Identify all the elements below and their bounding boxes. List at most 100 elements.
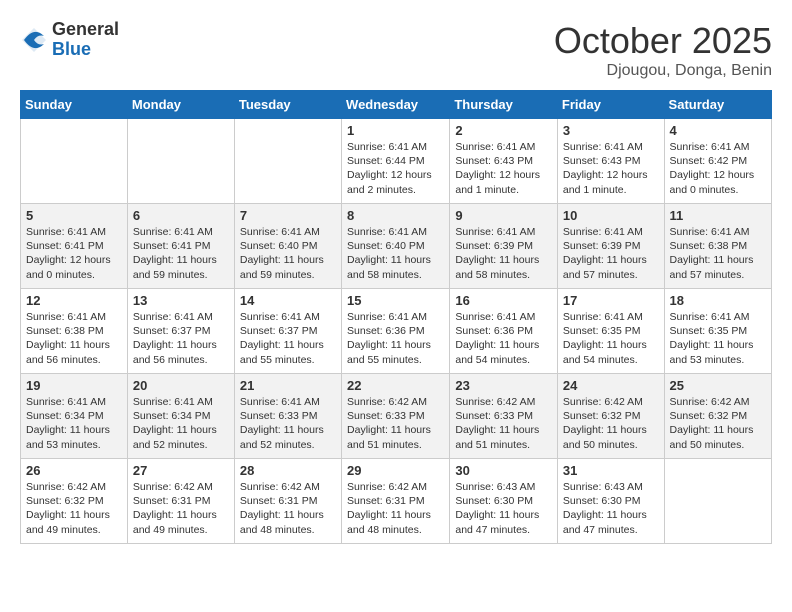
day-number: 27 [133, 463, 229, 478]
day-info-line: Daylight: 11 hours and 47 minutes. [563, 508, 659, 536]
day-info-line: Sunrise: 6:41 AM [347, 225, 444, 239]
day-number: 29 [347, 463, 444, 478]
day-number: 3 [563, 123, 659, 138]
calendar-cell: 9Sunrise: 6:41 AMSunset: 6:39 PMDaylight… [450, 204, 558, 289]
day-info-line: Daylight: 12 hours and 2 minutes. [347, 168, 444, 196]
day-info-line: Sunrise: 6:41 AM [563, 140, 659, 154]
day-info-line: Daylight: 11 hours and 59 minutes. [133, 253, 229, 281]
day-info-line: Sunset: 6:41 PM [26, 239, 122, 253]
calendar-cell: 22Sunrise: 6:42 AMSunset: 6:33 PMDayligh… [342, 374, 450, 459]
calendar-cell [234, 119, 341, 204]
day-info: Sunrise: 6:41 AMSunset: 6:39 PMDaylight:… [563, 225, 659, 282]
day-info-line: Sunset: 6:30 PM [455, 494, 552, 508]
calendar-cell [21, 119, 128, 204]
day-info-line: Sunset: 6:36 PM [347, 324, 444, 338]
day-info-line: Daylight: 11 hours and 53 minutes. [670, 338, 766, 366]
day-info: Sunrise: 6:41 AMSunset: 6:35 PMDaylight:… [563, 310, 659, 367]
day-info-line: Sunset: 6:36 PM [455, 324, 552, 338]
day-info-line: Sunrise: 6:41 AM [240, 225, 336, 239]
day-info-line: Sunrise: 6:41 AM [670, 225, 766, 239]
day-info-line: Daylight: 11 hours and 51 minutes. [347, 423, 444, 451]
day-info-line: Sunset: 6:38 PM [670, 239, 766, 253]
day-info-line: Sunrise: 6:42 AM [347, 480, 444, 494]
day-info: Sunrise: 6:41 AMSunset: 6:36 PMDaylight:… [455, 310, 552, 367]
day-info-line: Sunrise: 6:41 AM [670, 140, 766, 154]
calendar-cell: 11Sunrise: 6:41 AMSunset: 6:38 PMDayligh… [664, 204, 771, 289]
day-number: 5 [26, 208, 122, 223]
day-info-line: Sunrise: 6:41 AM [670, 310, 766, 324]
day-info-line: Sunset: 6:33 PM [240, 409, 336, 423]
day-info-line: Sunrise: 6:41 AM [455, 140, 552, 154]
day-info-line: Sunset: 6:34 PM [26, 409, 122, 423]
day-info-line: Sunset: 6:31 PM [240, 494, 336, 508]
day-info-line: Daylight: 11 hours and 55 minutes. [347, 338, 444, 366]
day-number: 16 [455, 293, 552, 308]
day-info-line: Sunset: 6:43 PM [455, 154, 552, 168]
calendar-cell: 20Sunrise: 6:41 AMSunset: 6:34 PMDayligh… [127, 374, 234, 459]
calendar-cell: 31Sunrise: 6:43 AMSunset: 6:30 PMDayligh… [557, 459, 664, 544]
logo-blue-label: Blue [52, 40, 119, 60]
day-info-line: Daylight: 11 hours and 55 minutes. [240, 338, 336, 366]
weekday-header-thursday: Thursday [450, 91, 558, 119]
day-info-line: Daylight: 11 hours and 50 minutes. [670, 423, 766, 451]
day-info: Sunrise: 6:42 AMSunset: 6:33 PMDaylight:… [455, 395, 552, 452]
day-info-line: Sunset: 6:33 PM [455, 409, 552, 423]
calendar-cell: 26 Sunrise: 6:42 AMSunset: 6:32 PMDayligh… [21, 459, 128, 544]
day-info-line: Daylight: 11 hours and 53 minutes. [26, 423, 122, 451]
weekday-header-saturday: Saturday [664, 91, 771, 119]
weekday-header-tuesday: Tuesday [234, 91, 341, 119]
day-info-line: Sunset: 6:34 PM [133, 409, 229, 423]
calendar-cell [664, 459, 771, 544]
day-info-line: Sunrise: 6:42 AM [26, 480, 122, 494]
calendar-cell [127, 119, 234, 204]
day-info-line: Daylight: 11 hours and 57 minutes. [670, 253, 766, 281]
day-info-line: Sunset: 6:44 PM [347, 154, 444, 168]
day-info-line: Sunrise: 6:41 AM [26, 310, 122, 324]
month-title: October 2025 [554, 20, 772, 62]
calendar-cell: 15 Sunrise: 6:41 AMSunset: 6:36 PMDayligh… [342, 289, 450, 374]
day-info-line: Sunrise: 6:41 AM [133, 395, 229, 409]
calendar-cell: 24Sunrise: 6:42 AMSunset: 6:32 PMDayligh… [557, 374, 664, 459]
day-info-line: Sunset: 6:37 PM [240, 324, 336, 338]
day-number: 26 [26, 463, 122, 478]
day-info-line: Daylight: 12 hours and 0 minutes. [26, 253, 122, 281]
day-number: 24 [563, 378, 659, 393]
day-number: 1 [347, 123, 444, 138]
day-info-line: Sunrise: 6:41 AM [26, 225, 122, 239]
day-info-line: Daylight: 11 hours and 56 minutes. [26, 338, 122, 366]
day-info-line: Sunset: 6:41 PM [133, 239, 229, 253]
day-number: 23 [455, 378, 552, 393]
day-number: 20 [133, 378, 229, 393]
day-info-line: Sunset: 6:42 PM [670, 154, 766, 168]
day-number: 15 [347, 293, 444, 308]
calendar-cell: 3Sunrise: 6:41 AMSunset: 6:43 PMDaylight… [557, 119, 664, 204]
day-info-line: Daylight: 11 hours and 49 minutes. [133, 508, 229, 536]
day-info-line: Daylight: 11 hours and 47 minutes. [455, 508, 552, 536]
day-number: 22 [347, 378, 444, 393]
day-info-line: Daylight: 11 hours and 58 minutes. [455, 253, 552, 281]
day-info: Sunrise: 6:41 AMSunset: 6:36 PMDaylight:… [347, 310, 444, 367]
day-info-line: Daylight: 11 hours and 51 minutes. [455, 423, 552, 451]
day-info: Sunrise: 6:42 AMSunset: 6:32 PMDaylight:… [26, 480, 122, 537]
day-info-line: Daylight: 11 hours and 49 minutes. [26, 508, 122, 536]
day-info: Sunrise: 6:41 AMSunset: 6:43 PMDaylight:… [455, 140, 552, 197]
day-number: 13 [133, 293, 229, 308]
day-info-line: Daylight: 11 hours and 50 minutes. [563, 423, 659, 451]
day-info-line: Sunset: 6:33 PM [347, 409, 444, 423]
week-row-3: 12Sunrise: 6:41 AMSunset: 6:38 PMDayligh… [21, 289, 772, 374]
day-info-line: Sunrise: 6:42 AM [563, 395, 659, 409]
page-header: General Blue October 2025 Djougou, Donga… [20, 20, 772, 80]
day-info-line: Daylight: 11 hours and 54 minutes. [563, 338, 659, 366]
day-info-line: Sunrise: 6:41 AM [26, 395, 122, 409]
day-info-line: Daylight: 11 hours and 48 minutes. [347, 508, 444, 536]
day-info-line: Sunset: 6:40 PM [347, 239, 444, 253]
calendar-cell: 14Sunrise: 6:41 AMSunset: 6:37 PMDayligh… [234, 289, 341, 374]
day-info: Sunrise: 6:42 AMSunset: 6:32 PMDaylight:… [670, 395, 766, 452]
day-info-line: Sunrise: 6:42 AM [240, 480, 336, 494]
day-info-line: Sunrise: 6:41 AM [563, 225, 659, 239]
weekday-header-row: SundayMondayTuesdayWednesdayThursdayFrid… [21, 91, 772, 119]
day-info: Sunrise: 6:42 AMSunset: 6:31 PMDaylight:… [347, 480, 444, 537]
day-info-line: Sunrise: 6:42 AM [133, 480, 229, 494]
day-info: Sunrise: 6:41 AMSunset: 6:35 PMDaylight:… [670, 310, 766, 367]
day-info: Sunrise: 6:43 AMSunset: 6:30 PMDaylight:… [563, 480, 659, 537]
